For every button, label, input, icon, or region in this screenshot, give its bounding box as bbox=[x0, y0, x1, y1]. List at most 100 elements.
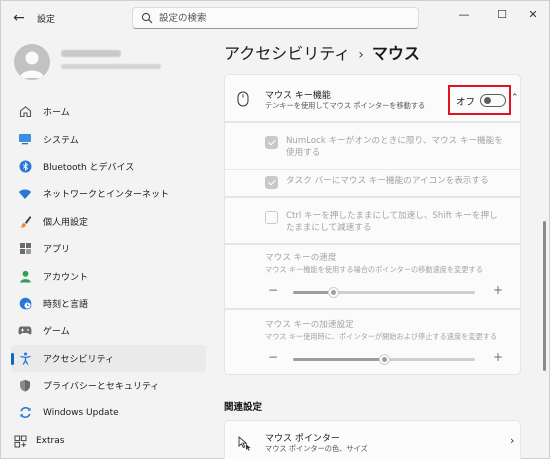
person-silhouette-icon bbox=[20, 51, 44, 78]
chevron-up-icon[interactable]: ⌃ bbox=[511, 93, 519, 103]
sidebar-item-label: ゲーム bbox=[43, 327, 70, 338]
mouse-pointer-link[interactable]: マウス ポインター マウス ポインターの色、サイズ › bbox=[224, 420, 521, 459]
maximize-icon: ☐ bbox=[497, 7, 507, 21]
option-label: Ctrl キーを押したままにして加速し、Shift キーを押したままにして減速す… bbox=[286, 211, 498, 233]
mouse-keys-card[interactable]: マウス キー機能 テンキーを使用してマウス ポインターを移動する オフ ⌃ bbox=[224, 74, 521, 122]
sidebar-item-label: 個人用設定 bbox=[43, 217, 89, 228]
title-bar: ← 設定 — ☐ ✕ bbox=[1, 1, 549, 35]
mouse-icon bbox=[237, 91, 249, 107]
minimize-icon: — bbox=[458, 7, 470, 21]
speed-description: マウス キー機能を使用する場合のポインターの移動速度を変更する bbox=[265, 265, 483, 274]
sidebar-item-apps[interactable]: アプリ bbox=[11, 235, 206, 262]
back-arrow-icon: ← bbox=[13, 10, 25, 26]
related-settings-heading: 関連設定 bbox=[224, 402, 263, 413]
speed-decrease-button[interactable]: − bbox=[268, 283, 278, 297]
acceleration-title: マウス キーの加速設定 bbox=[265, 320, 354, 330]
option-ctrl-shift[interactable]: Ctrl キーを押したままにして加速し、Shift キーを押したままにして減速す… bbox=[265, 210, 506, 234]
mouse-pointer-title: マウス ポインター bbox=[265, 434, 340, 444]
sidebar-item-network[interactable]: ネットワークとインターネット bbox=[11, 180, 206, 207]
search-input[interactable] bbox=[159, 11, 409, 25]
sidebar-item-home[interactable]: ホーム bbox=[11, 98, 206, 125]
minimize-button[interactable]: — bbox=[446, 1, 482, 27]
grid-plus-icon bbox=[13, 434, 27, 448]
mouse-keys-description: テンキーを使用してマウス ポインターを移動する bbox=[265, 101, 426, 110]
acceleration-decrease-button[interactable]: − bbox=[268, 350, 278, 364]
speed-increase-button[interactable]: + bbox=[493, 283, 503, 297]
sidebar-item-privacy-security[interactable]: プライバシーとセキュリティ bbox=[11, 372, 206, 399]
avatar[interactable] bbox=[14, 44, 50, 80]
sidebar-item-system[interactable]: システム bbox=[11, 125, 206, 152]
accessibility-icon bbox=[18, 351, 32, 365]
numlock-checkbox[interactable] bbox=[265, 136, 278, 149]
close-button[interactable]: ✕ bbox=[515, 1, 550, 27]
sidebar-item-accounts[interactable]: アカウント bbox=[11, 262, 206, 289]
search-icon bbox=[141, 12, 153, 24]
profile-email-redacted bbox=[61, 64, 161, 69]
speed-setting: マウス キーの速度 マウス キー機能を使用する場合のポインターの移動速度を変更す… bbox=[224, 244, 521, 309]
acceleration-slider-fill bbox=[293, 358, 384, 361]
sidebar-item-label: Bluetooth とデバイス bbox=[43, 162, 135, 173]
sidebar-nav: ホーム システム Bluetooth とデバイス ネットワークとインターネット … bbox=[11, 98, 206, 427]
scrollbar-thumb[interactable] bbox=[543, 221, 546, 371]
sidebar-item-windows-update[interactable]: Windows Update bbox=[11, 399, 206, 426]
option-label: NumLock キーがオンのときに限り、マウス キー機能を使用する bbox=[286, 136, 503, 158]
back-button[interactable]: ← bbox=[9, 8, 29, 28]
home-icon bbox=[18, 105, 32, 119]
ctrl-shift-checkbox[interactable] bbox=[265, 211, 278, 224]
taskbar-icon-checkbox[interactable] bbox=[265, 176, 278, 189]
toggle-knob bbox=[484, 97, 491, 104]
mouse-keys-title: マウス キー機能 bbox=[265, 91, 331, 101]
speed-slider-thumb[interactable] bbox=[328, 287, 340, 298]
acceleration-description: マウス キー使用時に、ポインターが開始および停止する速度を変更する bbox=[265, 332, 498, 341]
app-title: 設定 bbox=[37, 15, 56, 25]
apps-icon bbox=[18, 242, 32, 256]
sidebar-item-label: アカウント bbox=[43, 272, 89, 283]
update-icon bbox=[18, 406, 32, 420]
sidebar-item-bluetooth[interactable]: Bluetooth とデバイス bbox=[11, 153, 206, 180]
sidebar-item-label: Windows Update bbox=[43, 407, 119, 418]
mouse-keys-options: NumLock キーがオンのときに限り、マウス キー機能を使用する タスク バー… bbox=[224, 122, 521, 197]
mouse-keys-toggle[interactable] bbox=[480, 94, 506, 107]
sidebar-item-label: 時刻と言語 bbox=[43, 299, 89, 310]
divider bbox=[225, 169, 520, 170]
breadcrumb-parent[interactable]: アクセシビリティ bbox=[224, 44, 350, 63]
system-monitor-icon bbox=[18, 132, 32, 146]
sidebar-item-label: アクセシビリティ bbox=[43, 354, 115, 365]
acceleration-slider-thumb[interactable] bbox=[379, 354, 390, 365]
toggle-state-label: オフ bbox=[456, 97, 476, 108]
sidebar-item-label: ネットワークとインターネット bbox=[43, 190, 170, 201]
mouse-pointer-icon bbox=[238, 436, 251, 451]
gamepad-icon bbox=[18, 324, 32, 338]
sidebar-item-label: システム bbox=[43, 135, 79, 146]
speed-slider-fill bbox=[293, 291, 334, 294]
shield-icon bbox=[18, 379, 32, 393]
option-label: タスク バーにマウス キー機能のアイコンを表示する bbox=[286, 176, 489, 186]
sidebar-item-extras[interactable]: Extras bbox=[11, 431, 64, 451]
acceleration-increase-button[interactable]: + bbox=[493, 350, 503, 364]
option-numlock[interactable]: NumLock キーがオンのときに限り、マウス キー機能を使用する bbox=[265, 135, 506, 159]
sidebar-item-label: ホーム bbox=[43, 108, 70, 119]
breadcrumb-separator: › bbox=[358, 47, 364, 63]
mouse-pointer-description: マウス ポインターの色、サイズ bbox=[265, 444, 368, 453]
speed-title: マウス キーの速度 bbox=[265, 253, 337, 263]
close-icon: ✕ bbox=[528, 7, 538, 21]
toggle-highlight-box: オフ bbox=[448, 85, 511, 115]
brush-icon bbox=[18, 214, 32, 228]
breadcrumb: アクセシビリティ › マウス bbox=[224, 40, 420, 64]
profile-name-redacted bbox=[61, 50, 121, 57]
settings-window: ← 設定 — ☐ ✕ bbox=[0, 0, 550, 459]
sidebar-item-gaming[interactable]: ゲーム bbox=[11, 317, 206, 344]
globe-clock-icon bbox=[18, 296, 32, 310]
option-row-ctrl-shift: Ctrl キーを押したままにして加速し、Shift キーを押したままにして減速す… bbox=[224, 197, 521, 244]
sidebar-item-personalization[interactable]: 個人用設定 bbox=[11, 208, 206, 235]
wifi-icon bbox=[18, 187, 32, 201]
sidebar-item-accessibility[interactable]: アクセシビリティ bbox=[11, 344, 206, 372]
sidebar-item-time-language[interactable]: 時刻と言語 bbox=[11, 290, 206, 317]
speed-slider[interactable] bbox=[293, 287, 475, 298]
sidebar-item-label: プライバシーとセキュリティ bbox=[43, 382, 160, 393]
option-taskbar-icon[interactable]: タスク バーにマウス キー機能のアイコンを表示する bbox=[265, 175, 506, 189]
search-box[interactable] bbox=[132, 7, 419, 29]
acceleration-slider[interactable] bbox=[293, 354, 475, 365]
bluetooth-icon bbox=[18, 159, 32, 173]
page-title: マウス bbox=[371, 44, 420, 63]
